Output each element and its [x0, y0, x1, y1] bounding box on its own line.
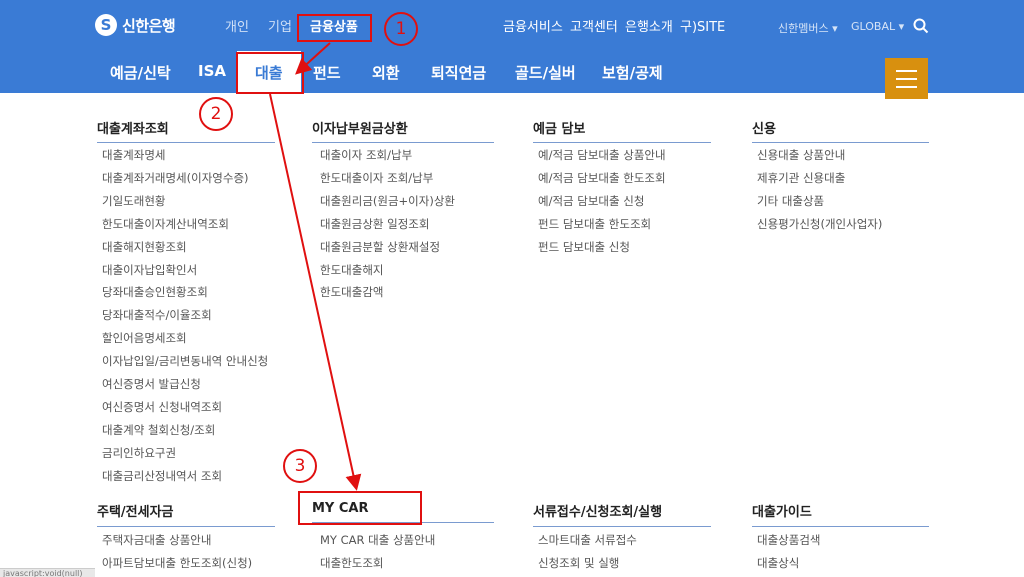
menu-link[interactable]: 대출계약 철회신청/조회 — [102, 422, 215, 438]
menu-link[interactable]: 한도대출감액 — [320, 284, 383, 300]
section-heading-loan-guide[interactable]: 대출가이드 — [752, 501, 929, 527]
menu-link[interactable]: 대출상식 — [757, 555, 799, 571]
menu-link[interactable]: 당좌대출승인현황조회 — [102, 284, 208, 300]
menu-link[interactable]: 당좌대출적수/이율조회 — [102, 307, 212, 323]
section-heading-documents[interactable]: 서류접수/신청조회/실행 — [533, 501, 711, 527]
menu-link[interactable]: 한도대출이자 조회/납부 — [320, 170, 433, 186]
section-heading-interest-payment[interactable]: 이자납부원금상환 — [312, 118, 494, 143]
menu-link[interactable]: 대출계좌거래명세(이자영수증) — [102, 170, 249, 186]
annotation-step-2: 2 — [199, 97, 233, 131]
annotation-box-loan-tab — [236, 52, 304, 94]
menu-link[interactable]: 대출이자 조회/납부 — [320, 147, 412, 163]
menu-link[interactable]: 신용평가신청(개인사업자) — [757, 216, 882, 232]
section-heading-deposit-collateral[interactable]: 예금 담보 — [533, 118, 711, 143]
annotation-box-financial-products — [297, 14, 372, 42]
menu-link[interactable]: 한도대출해지 — [320, 262, 383, 278]
menu-link[interactable]: 기타 대출상품 — [757, 193, 824, 209]
tab-deposit-trust[interactable]: 예금/신탁 — [110, 62, 171, 83]
shinhan-logo[interactable]: S 신한은행 — [95, 12, 176, 38]
util-link-old-site[interactable]: 구)SITE — [680, 16, 725, 35]
menu-link[interactable]: 예/적금 담보대출 한도조회 — [538, 170, 666, 186]
menu-link[interactable]: 신청조회 및 실행 — [538, 555, 619, 571]
menu-link[interactable]: 펀드 담보대출 신청 — [538, 239, 630, 255]
menu-link[interactable]: 대출한도조회 — [320, 555, 383, 571]
logo-text: 신한은행 — [122, 16, 176, 35]
menu-link[interactable]: 한도대출이자계산내역조회 — [102, 216, 229, 232]
util-link-bank-intro[interactable]: 은행소개 — [625, 16, 673, 35]
menu-link[interactable]: 대출계좌명세 — [102, 147, 165, 163]
annotation-box-my-car — [298, 491, 422, 525]
menu-link[interactable]: 금리인하요구권 — [102, 445, 176, 461]
menu-link[interactable]: 대출금리산정내역서 조회 — [102, 468, 222, 484]
segment-corporate[interactable]: 기업 — [268, 16, 292, 35]
menu-link[interactable]: MY CAR 대출 상품안내 — [320, 532, 435, 548]
menu-link[interactable]: 아파트담보대출 한도조회(신청) — [102, 555, 252, 571]
menu-link[interactable]: 여신증명서 발급신청 — [102, 376, 201, 392]
menu-link[interactable]: 제휴기관 신용대출 — [757, 170, 845, 186]
tab-fund[interactable]: 펀드 — [313, 62, 341, 83]
shinhan-logo-mark-icon: S — [95, 14, 117, 36]
menu-link[interactable]: 예/적금 담보대출 신청 — [538, 193, 644, 209]
menu-link[interactable]: 신용대출 상품안내 — [757, 147, 845, 163]
browser-status-bar: javascript:void(null) — [0, 568, 95, 577]
shinhan-members-dropdown[interactable]: 신한멤버스 ▾ — [778, 20, 838, 36]
tab-gold-silver[interactable]: 골드/실버 — [515, 62, 576, 83]
menu-link[interactable]: 예/적금 담보대출 상품안내 — [538, 147, 666, 163]
menu-link[interactable]: 대출이자납입확인서 — [102, 262, 197, 278]
global-dropdown[interactable]: GLOBAL ▾ — [851, 20, 904, 33]
util-link-customer-center[interactable]: 고객센터 — [570, 16, 618, 35]
util-link-financial-service[interactable]: 금융서비스 — [503, 16, 563, 35]
annotation-step-3: 3 — [283, 449, 317, 483]
menu-link[interactable]: 이자납입일/금리변동내역 안내신청 — [102, 353, 268, 369]
menu-link[interactable]: 펀드 담보대출 한도조회 — [538, 216, 651, 232]
tab-isa[interactable]: ISA — [198, 62, 226, 80]
section-heading-credit[interactable]: 신용 — [752, 118, 929, 143]
segment-personal[interactable]: 개인 — [225, 16, 249, 35]
search-icon[interactable] — [913, 18, 929, 34]
menu-link[interactable]: 대출원금분할 상환재설정 — [320, 239, 440, 255]
section-heading-loan-account[interactable]: 대출계좌조회 — [97, 118, 275, 143]
menu-link[interactable]: 여신증명서 신청내역조회 — [102, 399, 222, 415]
hamburger-menu-icon[interactable] — [885, 58, 928, 99]
menu-link[interactable]: 할인어음명세조회 — [102, 330, 187, 346]
menu-link[interactable]: 스마트대출 서류접수 — [538, 532, 637, 548]
menu-link[interactable]: 주택자금대출 상품안내 — [102, 532, 211, 548]
tab-insurance[interactable]: 보험/공제 — [602, 62, 663, 83]
section-heading-housing-loan[interactable]: 주택/전세자금 — [97, 501, 275, 527]
menu-link[interactable]: 대출해지현황조회 — [102, 239, 187, 255]
tab-forex[interactable]: 외환 — [372, 62, 400, 83]
menu-link[interactable]: 대출원금상환 일정조회 — [320, 216, 429, 232]
top-navigation-bar: S 신한은행 개인 기업 금융상품 금융서비스 고객센터 은행소개 구)SITE… — [0, 0, 1024, 93]
menu-link[interactable]: 기일도래현황 — [102, 193, 165, 209]
menu-link[interactable]: 대출원리금(원금+이자)상환 — [320, 193, 455, 209]
menu-link[interactable]: 대출상품검색 — [757, 532, 820, 548]
tab-retirement-pension[interactable]: 퇴직연금 — [431, 62, 486, 83]
annotation-step-1: 1 — [384, 12, 418, 46]
